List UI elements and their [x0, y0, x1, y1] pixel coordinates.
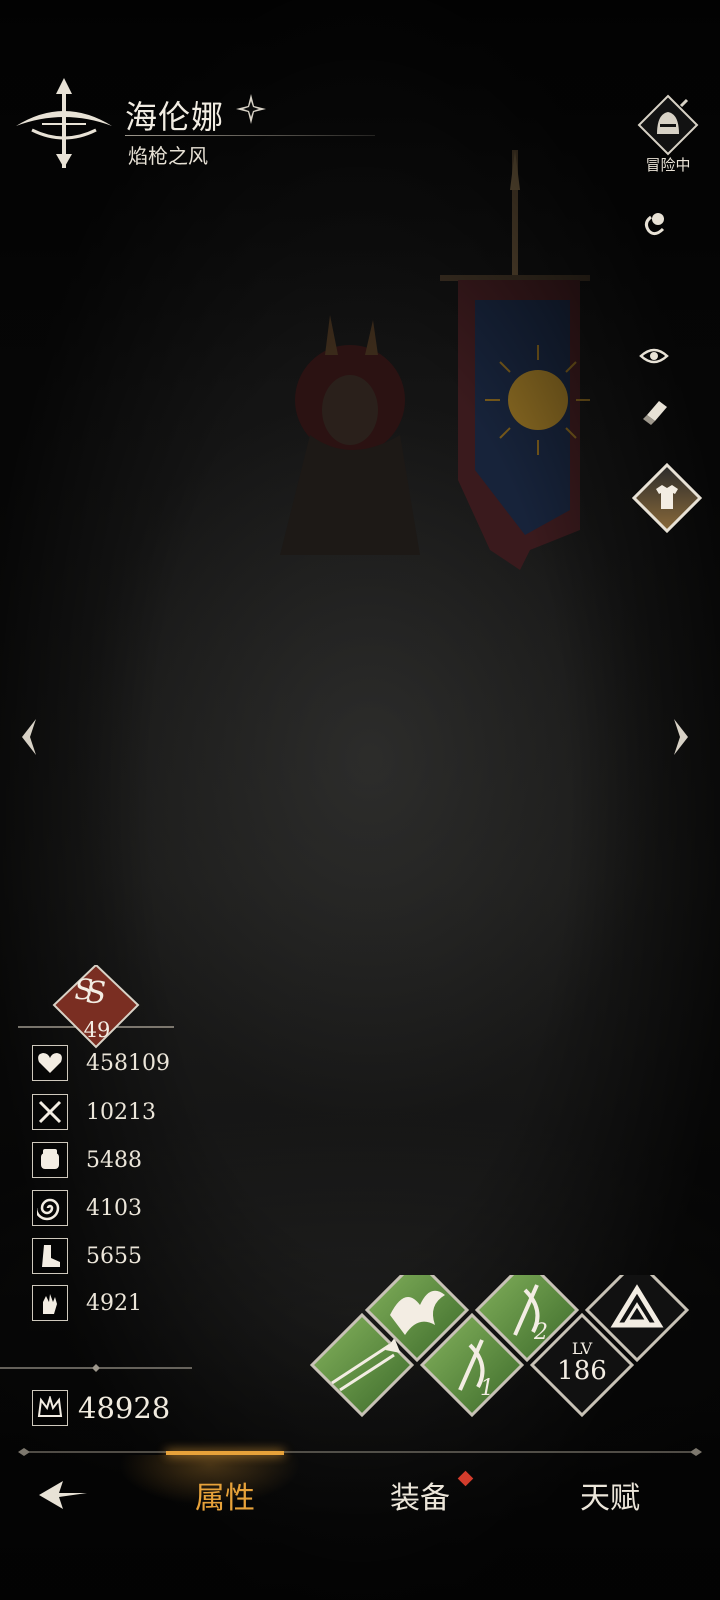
- rank-level: 49: [83, 1018, 111, 1042]
- combat-power-value: 48928: [78, 1391, 171, 1425]
- stat-value: 4103: [86, 1195, 142, 1221]
- rank-grade-shadow: S: [74, 973, 93, 1006]
- combat-power: 48928: [32, 1390, 170, 1426]
- crown-icon: [32, 1390, 68, 1426]
- stat-value: 4921: [86, 1290, 142, 1316]
- tab-attributes[interactable]: 属性: [166, 1451, 284, 1535]
- tab-talent[interactable]: 天赋: [550, 1455, 670, 1535]
- back-icon: [39, 1481, 87, 1509]
- stat-value: 10213: [86, 1099, 156, 1125]
- stat-value: 5655: [86, 1243, 142, 1269]
- tab-equipment-label: 装备: [390, 1481, 450, 1516]
- rarity-star-icon: [236, 94, 266, 124]
- tab-attributes-label: 属性: [195, 1481, 255, 1516]
- back-button[interactable]: [28, 1455, 98, 1535]
- bottom-nav: 属性 装备 天赋: [0, 1451, 720, 1545]
- adventure-status-button[interactable]: 冒险中: [630, 94, 706, 184]
- view-toggle-button[interactable]: [634, 336, 674, 376]
- knight-helmet-icon: [637, 94, 699, 156]
- swirl-icon: [32, 1190, 68, 1226]
- skill-panel: 1 2 LV 186: [310, 1275, 690, 1418]
- boot-icon: [32, 1238, 68, 1274]
- tab-talent-label: 天赋: [580, 1481, 640, 1516]
- next-hero-arrow[interactable]: [666, 715, 696, 759]
- stat-value: 458109: [86, 1050, 170, 1076]
- hero-name: 海伦娜: [125, 98, 225, 136]
- skill-slot-1-label: 1: [480, 1376, 494, 1401]
- stat-hp: 458109: [32, 1044, 170, 1082]
- tab-equipment[interactable]: 装备: [360, 1455, 480, 1535]
- fist-icon: [32, 1142, 68, 1178]
- stat-magic: 4103: [32, 1189, 142, 1227]
- stat-attack: 10213: [32, 1093, 156, 1131]
- hand-icon: [32, 1285, 68, 1321]
- adventure-status-label: 冒险中: [645, 156, 691, 174]
- stat-value: 5488: [86, 1147, 142, 1173]
- name-divider: [125, 135, 375, 136]
- stat-dexterity: 4921: [32, 1284, 142, 1322]
- stat-strength: 5488: [32, 1141, 142, 1179]
- eraser-button[interactable]: [634, 392, 674, 432]
- stats-divider: [0, 1364, 192, 1372]
- outfit-button[interactable]: [632, 463, 702, 533]
- bow-class-icon: [16, 78, 112, 168]
- skill-slot-2-label: 2: [533, 1320, 548, 1345]
- heart-icon: [32, 1045, 68, 1081]
- link-icon: [644, 213, 665, 236]
- level-value: 186: [557, 1356, 607, 1386]
- crossed-swords-icon: [32, 1094, 68, 1130]
- hero-title: 焰枪之风: [128, 144, 208, 168]
- eraser-icon: [643, 401, 667, 425]
- stat-speed: 5655: [32, 1237, 142, 1275]
- previous-hero-arrow[interactable]: [14, 715, 44, 759]
- eye-icon: [639, 348, 669, 364]
- link-button[interactable]: [634, 204, 674, 244]
